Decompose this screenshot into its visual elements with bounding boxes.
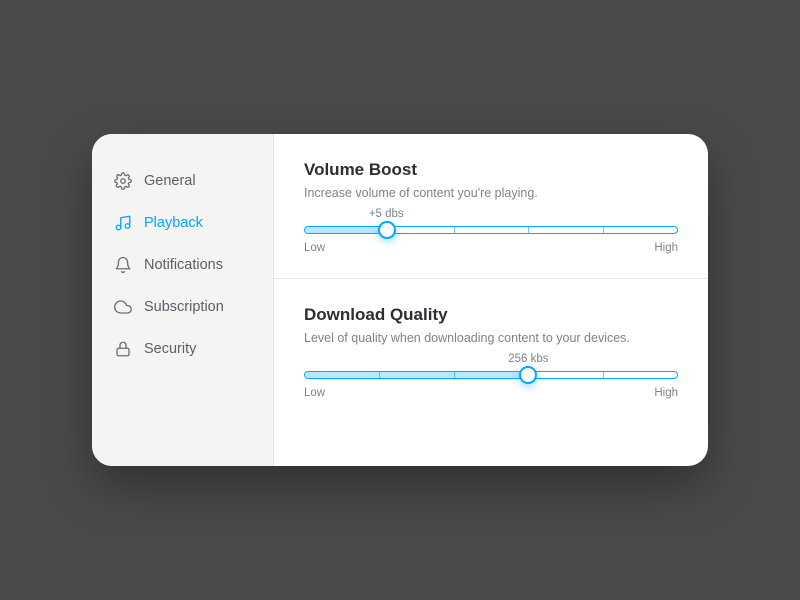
sidebar-item-notifications[interactable]: Notifications [114, 244, 273, 286]
section-title: Download Quality [304, 305, 678, 325]
main-panel: Volume Boost Increase volume of content … [274, 134, 708, 466]
slider-tick [603, 226, 604, 234]
sidebar-item-label: Playback [144, 215, 203, 231]
sidebar-item-label: Subscription [144, 299, 224, 315]
cloud-icon [114, 298, 132, 316]
sidebar-item-label: Notifications [144, 257, 223, 273]
slider-fill [305, 372, 528, 378]
sidebar-item-label: General [144, 173, 196, 189]
slider-value-label: 256 kbs [508, 353, 548, 365]
slider-thumb[interactable] [519, 366, 537, 384]
music-note-icon [114, 214, 132, 232]
slider-thumb[interactable] [378, 221, 396, 239]
slider-track [304, 371, 678, 379]
gear-icon [114, 172, 132, 190]
slider-tick [603, 371, 604, 379]
section-description: Increase volume of content you're playin… [304, 186, 678, 200]
slider-min-label: Low [304, 242, 325, 254]
quality-slider[interactable]: 256 kbs Low High [304, 371, 678, 399]
sidebar-item-playback[interactable]: Playback [114, 202, 273, 244]
sidebar-item-security[interactable]: Security [114, 328, 273, 370]
sidebar-item-general[interactable]: General [114, 160, 273, 202]
section-title: Volume Boost [304, 160, 678, 180]
slider-tick [528, 226, 529, 234]
lock-icon [114, 340, 132, 358]
download-quality-section: Download Quality Level of quality when d… [274, 278, 708, 423]
slider-value-label: +5 dbs [369, 208, 404, 220]
volume-slider[interactable]: +5 dbs Low High [304, 226, 678, 254]
slider-track [304, 226, 678, 234]
slider-max-label: High [654, 387, 678, 399]
sidebar-item-label: Security [144, 341, 196, 357]
slider-tick [454, 371, 455, 379]
sidebar: General Playback Notifications Subscript… [92, 134, 274, 466]
slider-range-labels: Low High [304, 242, 678, 254]
section-description: Level of quality when downloading conten… [304, 331, 678, 345]
bell-icon [114, 256, 132, 274]
slider-tick [454, 226, 455, 234]
settings-card: General Playback Notifications Subscript… [92, 134, 708, 466]
slider-fill [305, 227, 387, 233]
slider-max-label: High [654, 242, 678, 254]
slider-tick [379, 371, 380, 379]
slider-range-labels: Low High [304, 387, 678, 399]
volume-boost-section: Volume Boost Increase volume of content … [274, 134, 708, 278]
slider-min-label: Low [304, 387, 325, 399]
sidebar-item-subscription[interactable]: Subscription [114, 286, 273, 328]
